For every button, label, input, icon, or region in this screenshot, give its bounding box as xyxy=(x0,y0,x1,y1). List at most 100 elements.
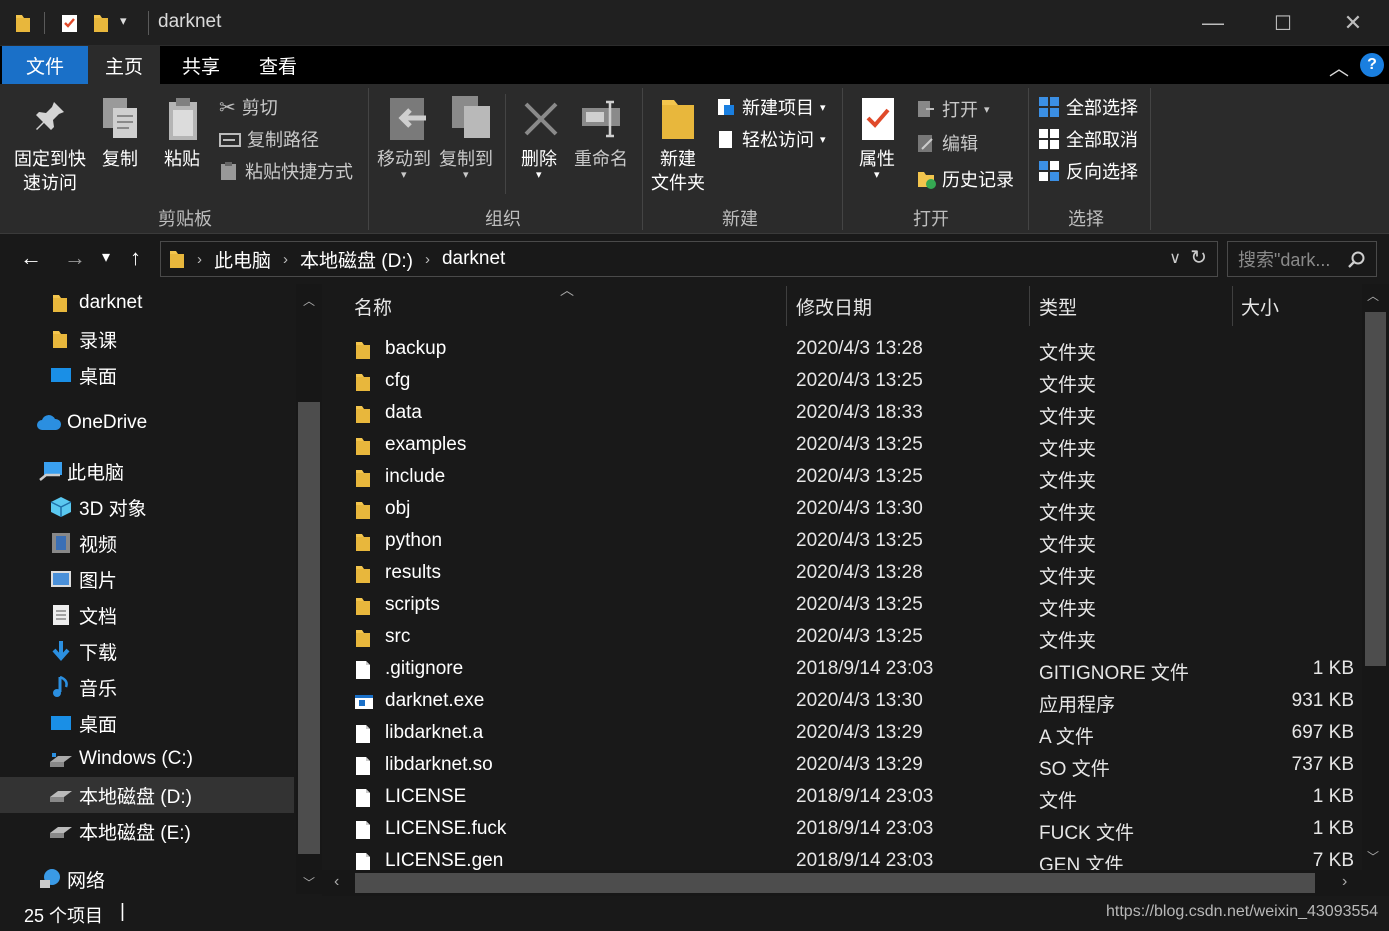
ribbon-divider xyxy=(1150,88,1151,230)
file-row[interactable]: .gitignore 2018/9/14 23:03 GITIGNORE 文件 1 K… xyxy=(332,654,1362,686)
copy-to-dropdown-icon[interactable]: ▾ xyxy=(463,164,469,186)
cut-button[interactable]: ✂ 剪切 xyxy=(219,94,278,120)
delete-dropdown-icon[interactable]: ▾ xyxy=(536,164,542,186)
tab-file[interactable]: 文件 xyxy=(2,46,88,84)
file-row[interactable]: src 2020/4/3 13:25 文件夹 xyxy=(332,622,1362,654)
address-dropdown-icon[interactable]: ∨ xyxy=(1169,248,1181,268)
properties-icon[interactable] xyxy=(60,12,80,34)
history-button[interactable]: 历史记录 xyxy=(916,166,1014,192)
file-row[interactable]: scripts 2020/4/3 13:25 文件夹 xyxy=(332,590,1362,622)
pin-quick-access-label-2[interactable]: 速访问 xyxy=(23,172,77,194)
paste-button[interactable]: 粘贴 xyxy=(164,148,200,170)
file-date: 2018/9/14 23:03 xyxy=(796,786,934,807)
back-arrow-icon[interactable]: ← xyxy=(20,246,42,270)
file-row[interactable]: obj 2020/4/3 13:30 文件夹 xyxy=(332,494,1362,526)
forward-arrow-icon[interactable]: → xyxy=(64,246,86,270)
file-row[interactable]: cfg 2020/4/3 13:25 文件夹 xyxy=(332,366,1362,398)
easy-access-button[interactable]: 轻松访问 ▾ xyxy=(716,126,826,152)
help-button[interactable]: ? xyxy=(1360,53,1384,77)
scroll-up-icon[interactable]: ︿ xyxy=(1367,287,1379,304)
file-row[interactable]: libdarknet.so 2020/4/3 13:29 SO 文件 737 KB xyxy=(332,750,1362,782)
breadcrumb-darknet[interactable]: darknet xyxy=(442,248,505,270)
scroll-up-icon[interactable]: ︿ xyxy=(303,292,315,309)
column-divider[interactable] xyxy=(1029,286,1030,326)
nav-item-3d-objects[interactable]: 3D 对象 xyxy=(0,489,294,525)
nav-item-desktop-2[interactable]: 桌面 xyxy=(0,705,294,741)
recent-locations-icon[interactable]: ▾ xyxy=(102,246,110,270)
file-row[interactable]: darknet.exe 2020/4/3 13:30 应用程序 931 KB xyxy=(332,686,1362,718)
file-row[interactable]: data 2020/4/3 18:33 文件夹 xyxy=(332,398,1362,430)
nav-label: Windows (C:) xyxy=(79,748,194,769)
file-row[interactable]: examples 2020/4/3 13:25 文件夹 xyxy=(332,430,1362,462)
scroll-right-icon[interactable]: › xyxy=(1342,873,1347,891)
nav-item-music[interactable]: 音乐 xyxy=(0,669,294,705)
nav-item-drive-d[interactable]: 本地磁盘 (D:) xyxy=(0,777,294,813)
file-row[interactable]: include 2020/4/3 13:25 文件夹 xyxy=(332,462,1362,494)
column-divider[interactable] xyxy=(1232,286,1233,326)
new-folder-icon[interactable] xyxy=(92,12,112,34)
open-button[interactable]: 打开 ▾ xyxy=(916,96,990,122)
column-header-name[interactable]: 名称 xyxy=(354,284,392,328)
tab-share[interactable]: 共享 xyxy=(166,46,236,84)
file-row[interactable]: libdarknet.a 2020/4/3 13:29 A 文件 697 KB xyxy=(332,718,1362,750)
search-input[interactable]: 搜索"dark... xyxy=(1227,241,1377,277)
nav-item-drive-c[interactable]: Windows (C:) xyxy=(0,741,294,777)
address-bar[interactable]: › 此电脑 › 本地磁盘 (D:) › darknet ∨ ↻ xyxy=(160,241,1218,277)
nav-item-darknet[interactable]: darknet xyxy=(0,285,294,321)
properties-dropdown-icon[interactable]: ▾ xyxy=(874,164,880,186)
nav-item-documents[interactable]: 文档 xyxy=(0,597,294,633)
file-row[interactable]: LICENSE.fuck 2018/9/14 23:03 FUCK 文件 1 KB xyxy=(332,814,1362,846)
file-list-scrollbar-thumb[interactable] xyxy=(1365,312,1386,666)
nav-item-downloads[interactable]: 下载 xyxy=(0,633,294,669)
close-button[interactable]: ✕ xyxy=(1318,0,1388,46)
new-folder-label-1[interactable]: 新建 xyxy=(660,148,696,170)
tab-view[interactable]: 查看 xyxy=(242,46,314,84)
scroll-left-icon[interactable]: ‹ xyxy=(334,873,339,891)
file-row[interactable]: results 2020/4/3 13:28 文件夹 xyxy=(332,558,1362,590)
copy-path-button[interactable]: 复制路径 xyxy=(219,126,319,152)
column-header-size[interactable]: 大小 xyxy=(1241,284,1279,328)
file-name: libdarknet.so xyxy=(385,754,493,775)
move-to-dropdown-icon[interactable]: ▾ xyxy=(401,164,407,186)
new-folder-label-2[interactable]: 文件夹 xyxy=(651,172,705,194)
file-row[interactable]: backup 2020/4/3 13:28 文件夹 xyxy=(332,334,1362,366)
nav-item-drive-e[interactable]: 本地磁盘 (E:) xyxy=(0,813,294,849)
scroll-down-icon[interactable]: ﹀ xyxy=(303,874,315,891)
nav-item-this-pc[interactable]: 此电脑 xyxy=(0,453,294,489)
select-all-button[interactable]: 全部选择 xyxy=(1038,94,1138,120)
paste-shortcut-button[interactable]: 粘贴快捷方式 xyxy=(219,158,353,184)
ribbon-divider xyxy=(1028,88,1029,230)
column-header-date[interactable]: 修改日期 xyxy=(796,284,872,328)
edit-button[interactable]: 编辑 xyxy=(916,130,978,156)
nav-item-desktop[interactable]: 桌面 xyxy=(0,357,294,393)
column-divider[interactable] xyxy=(786,286,787,326)
tab-home[interactable]: 主页 xyxy=(88,46,160,84)
nav-item-pictures[interactable]: 图片 xyxy=(0,561,294,597)
nav-scrollbar-thumb[interactable] xyxy=(298,402,320,854)
rename-button[interactable]: 重命名 xyxy=(574,148,628,170)
file-row[interactable]: python 2020/4/3 13:25 文件夹 xyxy=(332,526,1362,558)
scroll-down-icon[interactable]: ﹀ xyxy=(1367,848,1379,865)
file-row[interactable]: LICENSE 2018/9/14 23:03 文件 1 KB xyxy=(332,782,1362,814)
nav-item-onedrive[interactable]: OneDrive xyxy=(0,405,294,441)
column-header-type[interactable]: 类型 xyxy=(1039,284,1077,328)
customize-qa-icon[interactable]: ▾ xyxy=(120,13,127,29)
refresh-icon[interactable]: ↻ xyxy=(1190,245,1207,270)
nav-item-luke[interactable]: 录课 xyxy=(0,321,294,357)
nav-item-videos[interactable]: 视频 xyxy=(0,525,294,561)
collapse-ribbon-icon[interactable]: ︿ xyxy=(1326,52,1352,80)
breadcrumb-this-pc[interactable]: 此电脑 xyxy=(214,246,271,273)
breadcrumb-drive-d[interactable]: 本地磁盘 (D:) xyxy=(300,246,413,273)
copy-button[interactable]: 复制 xyxy=(102,148,138,170)
invert-selection-button[interactable]: 反向选择 xyxy=(1038,158,1138,184)
minimize-button[interactable]: — xyxy=(1178,0,1248,46)
pin-quick-access-label-1[interactable]: 固定到快 xyxy=(14,148,86,170)
nav-item-network[interactable]: 网络 xyxy=(0,861,294,897)
up-arrow-icon[interactable]: ↑ xyxy=(130,246,141,270)
new-item-button[interactable]: 新建项目 ▾ xyxy=(716,94,826,120)
maximize-button[interactable]: ☐ xyxy=(1248,0,1318,46)
file-date: 2020/4/3 13:30 xyxy=(796,498,923,519)
select-none-button[interactable]: 全部取消 xyxy=(1038,126,1138,152)
horizontal-scrollbar-thumb[interactable] xyxy=(355,873,1315,893)
folder-icon xyxy=(356,374,370,391)
